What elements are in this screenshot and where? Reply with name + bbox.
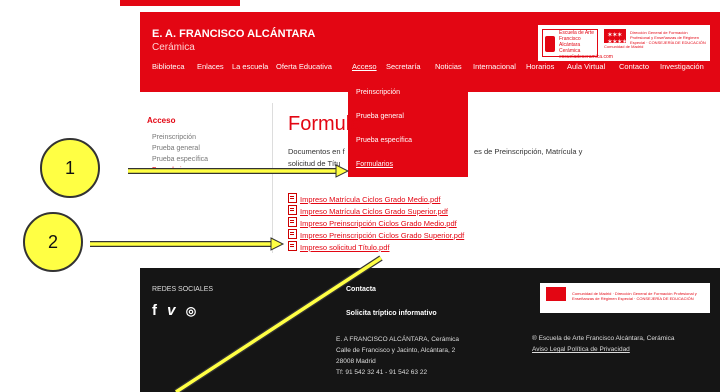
callout-2: 2 xyxy=(23,212,83,272)
annotation-arrows xyxy=(90,164,383,392)
callout-1: 1 xyxy=(40,138,100,198)
arrow-1 xyxy=(128,164,350,178)
arrow-3 xyxy=(174,255,383,392)
arrow-2 xyxy=(90,237,285,251)
